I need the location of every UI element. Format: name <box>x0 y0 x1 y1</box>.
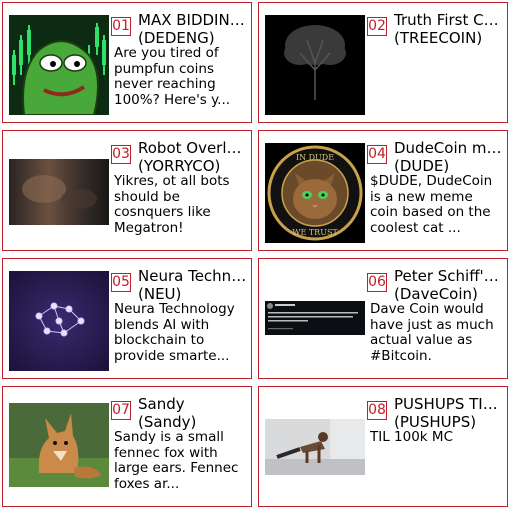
coin-title[interactable]: Sandy <box>138 395 248 413</box>
pepe-chart-image <box>9 15 109 115</box>
rank-number: 07 <box>111 401 131 420</box>
rank-number: 05 <box>111 273 131 292</box>
coin-description: Dave Coin would have just as much actual… <box>370 302 494 364</box>
coin-ticker: (DUDE) <box>394 157 450 175</box>
coin-description: Are you tired of pumpfun coins never rea… <box>114 46 231 108</box>
tweet-screenshot-image <box>265 301 365 335</box>
coin-card-01[interactable]: 01 MAX BIDDING TO THE MOON (DEDENG) Are … <box>2 2 252 123</box>
coin-description: TIL 100k MC <box>370 430 453 445</box>
coin-card-08[interactable]: 08 PUSHUPS TIL 100k MC (PUSHUPS) TIL 100… <box>258 386 508 507</box>
coin-description: Yikres, ot all bots should be cosnquers … <box>114 174 230 236</box>
coin-title[interactable]: PUSHUPS TIL 100k MC <box>394 395 504 413</box>
pushup-man-image <box>265 419 365 475</box>
rank-number: 01 <box>111 17 131 36</box>
coin-ticker: (PUSHUPS) <box>394 413 477 431</box>
coin-ticker: (DEDENG) <box>138 29 215 47</box>
coin-card-03[interactable]: 03 Robot Overlords (YORRYCO) Yikres, ot … <box>2 130 252 251</box>
tree-image <box>265 15 365 115</box>
rank-number: 02 <box>367 17 387 36</box>
coin-description: Neura Technology blends AI with blockcha… <box>114 302 235 364</box>
coin-title[interactable]: MAX BIDDING TO THE MOON <box>138 11 248 29</box>
coin-description: $DUDE, DudeCoin is a new meme coin based… <box>370 174 493 236</box>
coin-title[interactable]: Robot Overlords <box>138 139 248 157</box>
coin-card-06[interactable]: 06 Peter Schiff's Dave Coin (DaveCoin) D… <box>258 258 508 379</box>
coin-card-04[interactable]: IN DUDE WE TRUST 04 DudeCoin meme (DUDE)… <box>258 130 508 251</box>
coin-ticker: (DaveCoin) <box>394 285 478 303</box>
coin-card-07[interactable]: 07 Sandy (Sandy) Sandy is a small fennec… <box>2 386 252 507</box>
coin-title[interactable]: Neura Technology <box>138 267 248 285</box>
cat-badge-image: IN DUDE WE TRUST <box>265 143 365 243</box>
coin-description: Sandy is a small fennec fox with large e… <box>114 430 239 492</box>
fox-image <box>9 403 109 487</box>
coin-ticker: (NEU) <box>138 285 182 303</box>
rank-number: 08 <box>367 401 387 420</box>
coin-ticker: (Sandy) <box>138 413 197 431</box>
coin-card-02[interactable]: 02 Truth First Coin (TREECOIN) <box>258 2 508 123</box>
coin-ticker: (TREECOIN) <box>394 29 483 47</box>
badge-bottom-text: WE TRUST <box>292 228 338 237</box>
rank-number: 06 <box>367 273 387 292</box>
coin-card-05[interactable]: 05 Neura Technology (NEU) Neura Technolo… <box>2 258 252 379</box>
coin-title[interactable]: DudeCoin meme <box>394 139 504 157</box>
coin-ticker: (YORRYCO) <box>138 157 221 175</box>
badge-top-text: IN DUDE <box>296 153 334 162</box>
coin-title[interactable]: Peter Schiff's Dave Coin <box>394 267 504 285</box>
rank-number: 03 <box>111 145 131 164</box>
coin-title[interactable]: Truth First Coin <box>394 11 504 29</box>
blurry-robot-image <box>9 159 109 225</box>
neural-brain-image <box>9 271 109 371</box>
rank-number: 04 <box>367 145 387 164</box>
